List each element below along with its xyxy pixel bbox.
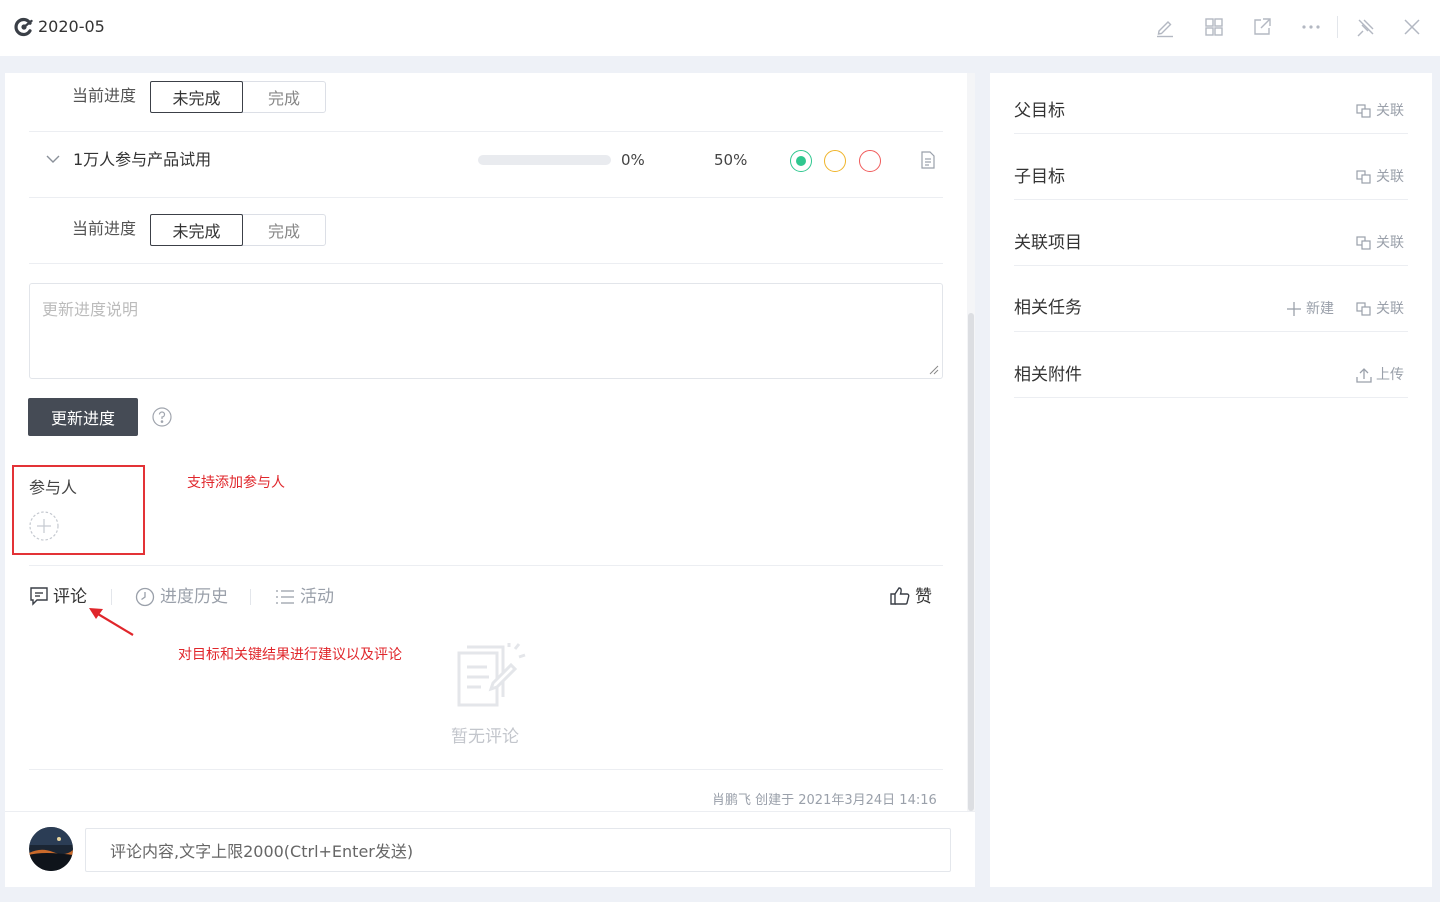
link-label: 关联: [1376, 103, 1404, 119]
child-goal-label: 子目标: [1014, 167, 1065, 187]
logo-icon: [14, 17, 34, 37]
divider: [29, 131, 943, 132]
link-icon: [1356, 236, 1371, 250]
tab-progress-history[interactable]: 进度历史: [160, 586, 228, 608]
link-label: 关联: [1376, 235, 1404, 251]
new-label: 新建: [1306, 301, 1334, 317]
new-task-button[interactable]: 新建: [1286, 300, 1334, 318]
key-result-title[interactable]: 1万人参与产品试用: [73, 150, 211, 170]
status-red-radio[interactable]: [859, 150, 881, 172]
linked-project-label: 关联项目: [1014, 233, 1082, 253]
upload-label: 上传: [1376, 367, 1404, 383]
divider: [1014, 199, 1408, 200]
main-panel: 当前进度 未完成 完成 1万人参与产品试用 0% 50% 当前进度 未完成 完成…: [5, 73, 975, 887]
toggle-incomplete[interactable]: 未完成: [150, 214, 243, 246]
status-yellow-radio[interactable]: [824, 150, 846, 172]
share-icon[interactable]: [1251, 16, 1273, 38]
document-icon[interactable]: [920, 151, 936, 169]
history-icon: [135, 587, 155, 607]
progress-label: 当前进度: [72, 219, 137, 238]
like-label[interactable]: 赞: [915, 586, 932, 608]
toggle-complete[interactable]: 完成: [243, 82, 325, 112]
chevron-down-icon[interactable]: [45, 151, 61, 167]
divider: [5, 811, 975, 812]
tab-divider: [250, 589, 251, 605]
progress-toggle: 未完成 完成: [150, 214, 326, 246]
grid-icon[interactable]: [1203, 16, 1225, 38]
progress-label: 当前进度: [72, 86, 137, 105]
toggle-complete[interactable]: 完成: [243, 215, 325, 245]
list-icon: [275, 588, 295, 606]
divider: [29, 769, 943, 770]
pin-icon[interactable]: [1355, 16, 1377, 38]
annotation-arrow-icon: [85, 605, 137, 639]
progress-description-input[interactable]: 更新进度说明: [29, 283, 943, 379]
divider: [1014, 397, 1408, 398]
parent-goal-label: 父目标: [1014, 101, 1065, 121]
scrollbar-thumb[interactable]: [968, 313, 974, 811]
participants-annotation: 支持添加参与人: [187, 475, 285, 491]
link-icon: [1356, 104, 1371, 118]
participants-label: 参与人: [29, 478, 78, 497]
empty-comments-text: 暂无评论: [451, 727, 519, 747]
divider: [29, 565, 943, 566]
divider: [29, 197, 943, 198]
comment-annotation: 对目标和关键结果进行建议以及评论: [178, 647, 402, 663]
comment-icon: [29, 586, 49, 606]
divider: [1014, 265, 1408, 266]
link-icon: [1356, 170, 1371, 184]
close-icon[interactable]: [1401, 16, 1423, 38]
upload-attachment-button[interactable]: 上传: [1356, 366, 1404, 384]
link-icon: [1356, 302, 1371, 316]
divider: [1014, 133, 1408, 134]
divider: [29, 263, 943, 264]
tab-activity[interactable]: 活动: [300, 586, 334, 608]
related-tasks-label: 相关任务: [1014, 298, 1082, 318]
add-participant-icon[interactable]: [29, 511, 59, 541]
comment-input[interactable]: 评论内容,文字上限2000(Ctrl+Enter发送): [85, 828, 951, 872]
toggle-incomplete[interactable]: 未完成: [150, 81, 243, 113]
weight-percent: 50%: [714, 151, 748, 169]
more-icon[interactable]: [1300, 16, 1322, 38]
side-panel: 父目标 关联 子目标 关联 关联项目 关联 相关任务 新建 关联 相关附件 上传: [990, 73, 1432, 887]
scrollbar-track[interactable]: [967, 73, 975, 811]
progress-toggle: 未完成 完成: [150, 81, 326, 113]
update-progress-button[interactable]: 更新进度: [28, 398, 138, 436]
avatar: [29, 827, 73, 871]
thumbs-up-icon[interactable]: [890, 586, 910, 606]
parent-goal-link-button[interactable]: 关联: [1356, 102, 1404, 120]
resize-handle-icon[interactable]: [929, 365, 939, 375]
divider: [1014, 331, 1408, 332]
tab-comment[interactable]: 评论: [53, 586, 87, 608]
page-title: 2020-05: [38, 17, 105, 36]
tab-divider: [111, 589, 112, 605]
linked-project-link-button[interactable]: 关联: [1356, 234, 1404, 252]
empty-comments-icon: [453, 643, 527, 709]
toolbar-divider: [1337, 16, 1338, 38]
related-tasks-link-button[interactable]: 关联: [1356, 300, 1404, 318]
link-label: 关联: [1376, 169, 1404, 185]
status-green-radio[interactable]: [790, 150, 812, 172]
link-label: 关联: [1376, 301, 1404, 317]
plus-icon: [1287, 302, 1301, 316]
child-goal-link-button[interactable]: 关联: [1356, 168, 1404, 186]
edit-icon[interactable]: [1154, 16, 1176, 38]
attachments-label: 相关附件: [1014, 365, 1082, 385]
upload-icon: [1356, 368, 1372, 383]
help-icon[interactable]: [152, 407, 172, 427]
progress-bar: [478, 155, 611, 165]
title-bar: 2020-05: [0, 0, 1440, 56]
created-info: 肖鹏飞 创建于 2021年3月24日 14:16: [712, 793, 937, 808]
progress-percent: 0%: [621, 151, 645, 169]
